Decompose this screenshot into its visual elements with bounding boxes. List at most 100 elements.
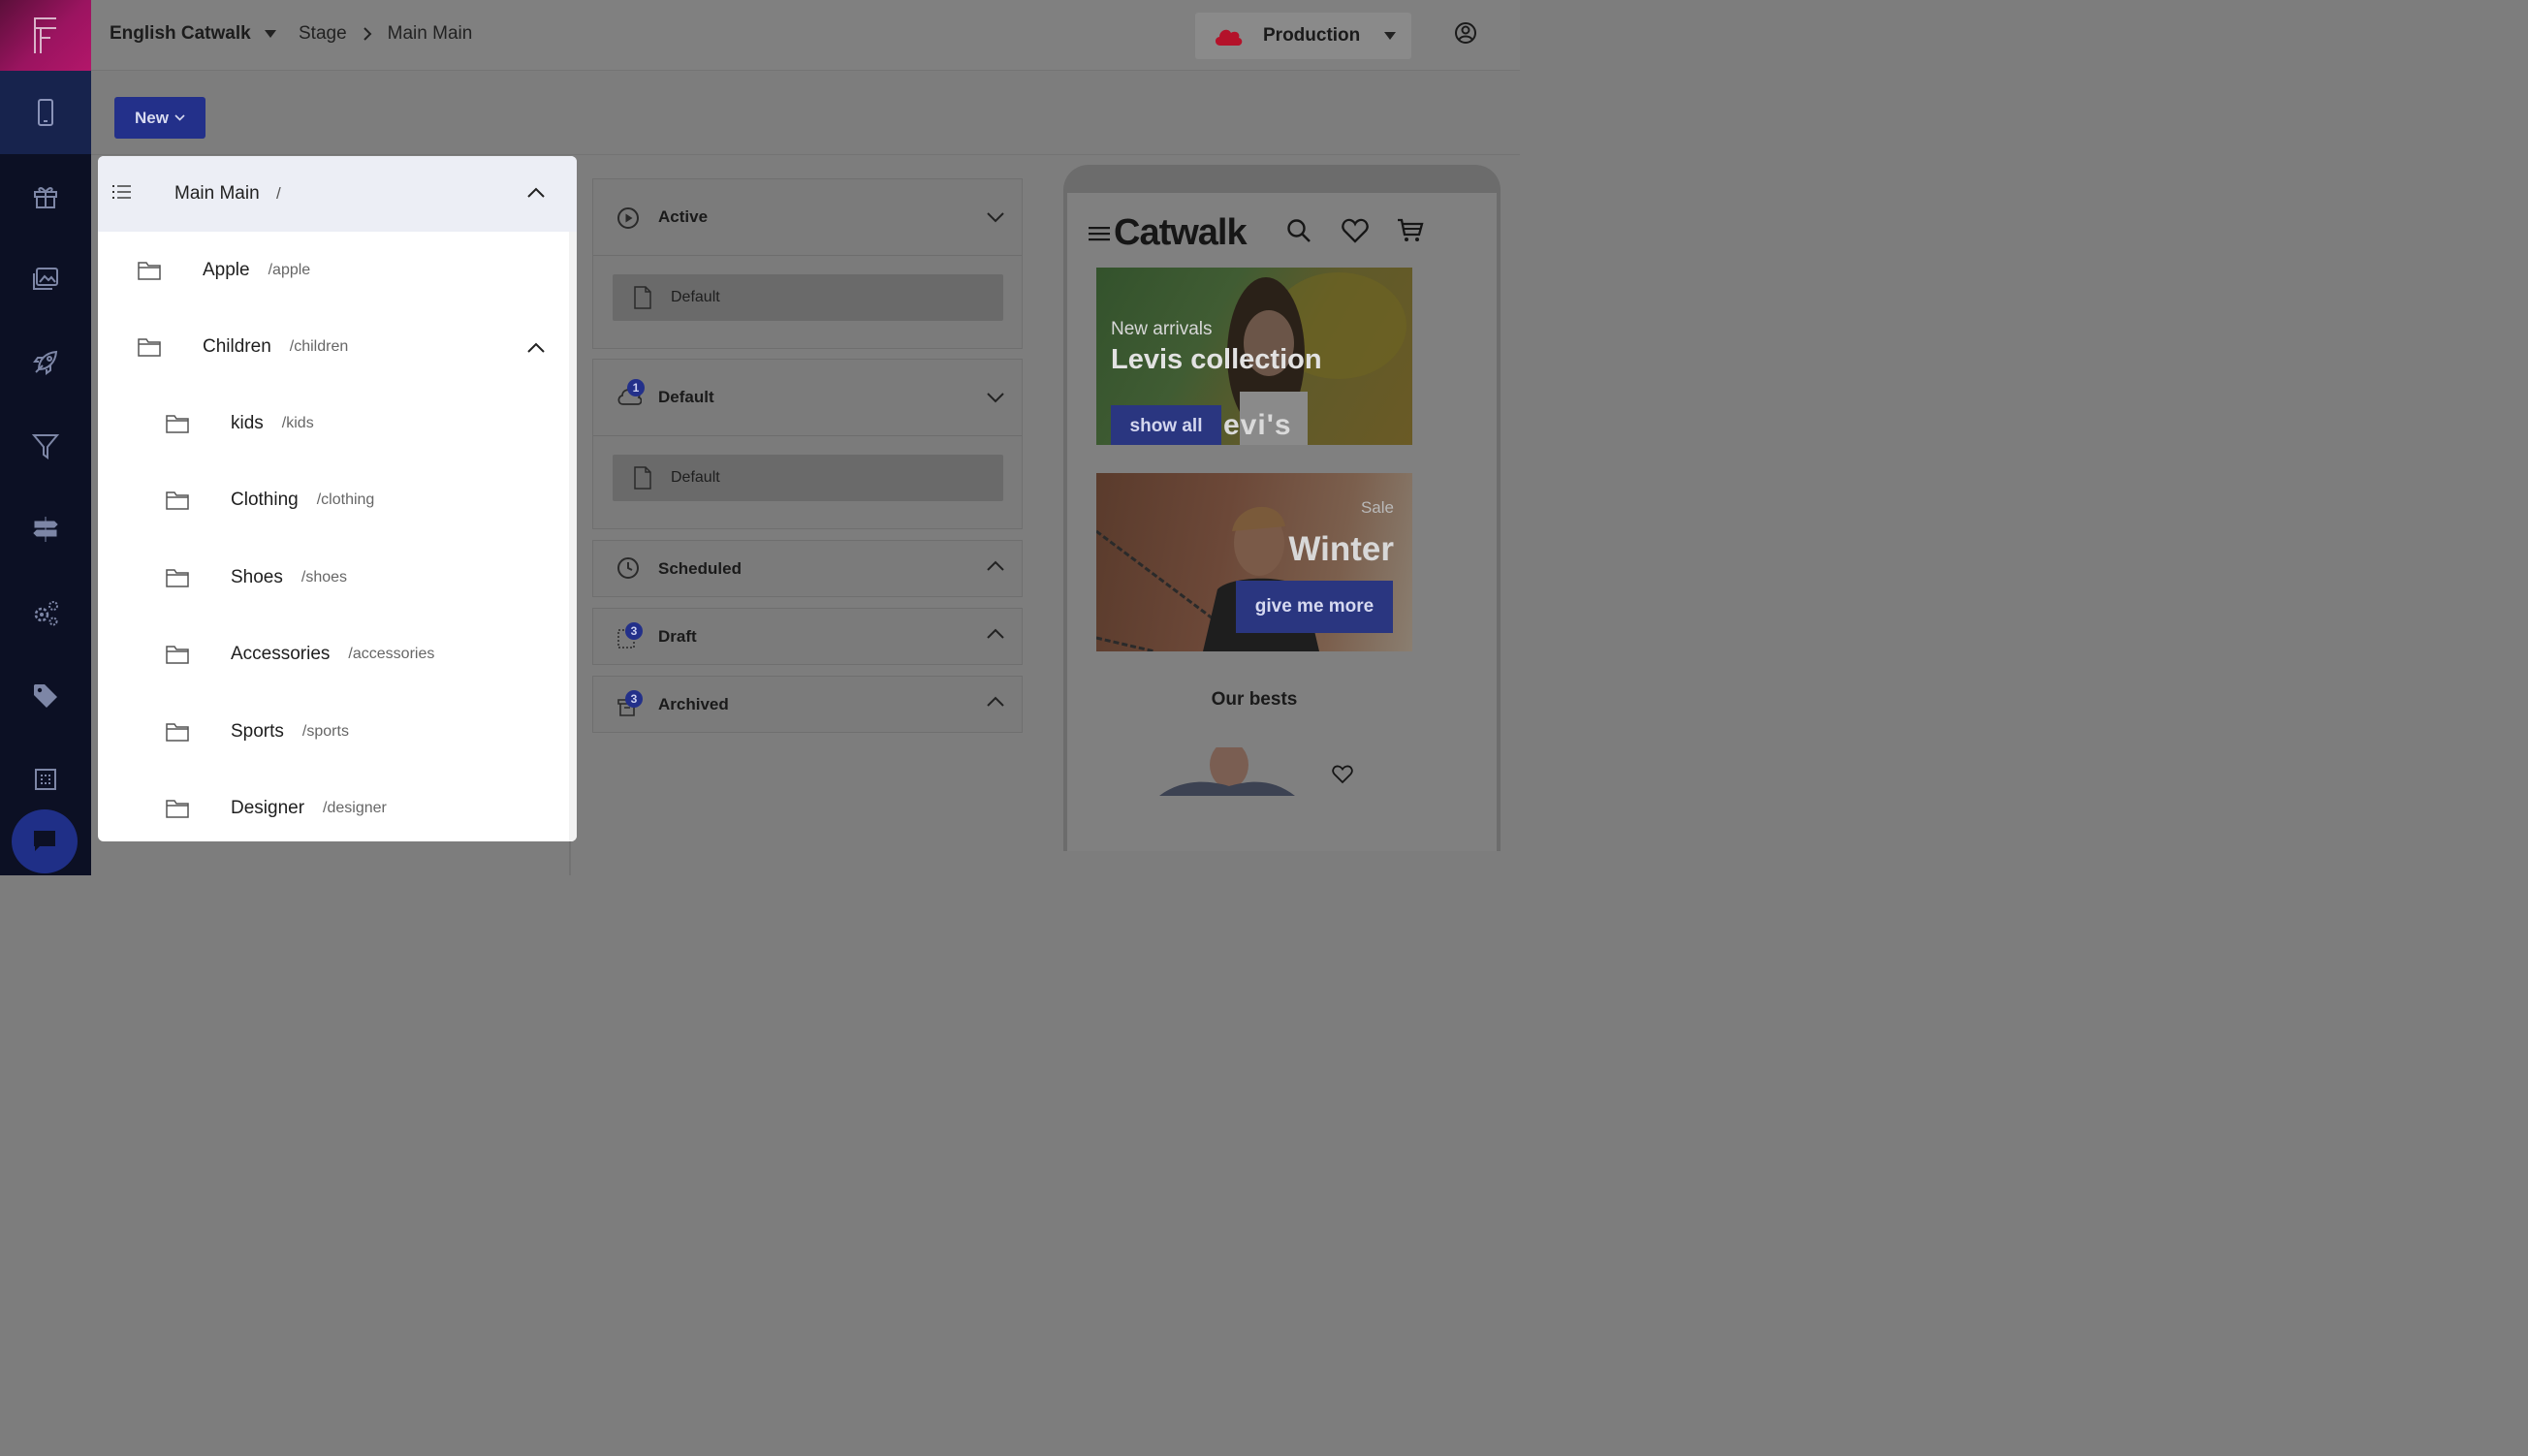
tree-item-path: /children [289, 338, 349, 355]
signpost-icon [33, 517, 58, 542]
tree-item-name: Children [203, 336, 271, 357]
tree-item-path: /designer [323, 800, 387, 816]
section-draft[interactable]: 3 Draft [592, 608, 1023, 665]
section-divider [593, 255, 1022, 256]
section-scheduled-header[interactable]: Scheduled [593, 541, 1022, 597]
section-archived-header[interactable]: 3 Archived [593, 677, 1022, 733]
chevron-down-icon [987, 212, 1004, 223]
chevron-up-icon [987, 628, 1004, 639]
variant-item-default-default[interactable]: Default [613, 455, 1003, 501]
folder-icon [166, 415, 189, 433]
section-default-label: Default [658, 388, 714, 406]
tree-item-sports[interactable]: Sports /sports [166, 712, 349, 751]
new-button[interactable]: New [114, 97, 205, 139]
variant-item-label: Default [671, 289, 720, 305]
banner1-watermark: evi's [1223, 409, 1292, 441]
promo-banner-winter-sale[interactable]: Sale Winter give me more [1096, 473, 1412, 651]
section-active: Active Default [592, 178, 1023, 349]
section-default-header[interactable]: 1 Default [593, 360, 1022, 435]
tree-item-path: /clothing [316, 491, 375, 508]
nav-launch[interactable] [0, 321, 91, 404]
banner1-title: Levis collection [1111, 344, 1322, 375]
filter-icon [31, 434, 60, 459]
chevron-down-icon [987, 393, 1004, 403]
tree-item-accessories[interactable]: Accessories /accessories [166, 635, 434, 674]
tree-root-path: / [276, 184, 281, 203]
section-scheduled[interactable]: Scheduled [592, 540, 1023, 597]
wishlist-heart-icon[interactable] [1332, 765, 1353, 784]
promo-banner-new-arrivals[interactable]: New arrivals Levis collection evi's show… [1096, 268, 1412, 445]
project-name: English Catwalk [110, 23, 251, 44]
tree-item-clothing[interactable]: Clothing /clothing [166, 481, 374, 520]
preview-brand-logo: Catwalk [1114, 212, 1248, 253]
section-draft-label: Draft [658, 627, 697, 646]
section-archived[interactable]: 3 Archived [592, 676, 1023, 733]
tree-item-shoes[interactable]: Shoes /shoes [166, 558, 347, 597]
clock-icon [617, 557, 639, 579]
section-default-badge: 1 [627, 379, 645, 396]
chat-bubble-icon [34, 831, 55, 851]
our-bests-heading: Our bests [1211, 689, 1298, 710]
caret-down-icon [1384, 32, 1396, 40]
nav-filters[interactable] [0, 404, 91, 488]
breadcrumb: Stage Main Main [299, 23, 472, 45]
app-logo[interactable] [0, 0, 91, 71]
breadcrumb-stage[interactable]: Stage [299, 23, 347, 45]
section-active-header[interactable]: Active [593, 179, 1022, 255]
folder-icon [166, 800, 189, 818]
nav-products[interactable] [0, 154, 91, 237]
tree-item-designer[interactable]: Designer /designer [166, 789, 387, 828]
tree-item-kids[interactable]: kids /kids [166, 404, 314, 443]
banner2-kicker: Sale [1360, 498, 1394, 517]
mobile-preview: Catwalk New arrivals Levis collection ev… [1063, 165, 1501, 851]
caret-down-icon [264, 30, 276, 38]
environment-selector[interactable]: Production [1195, 13, 1411, 59]
topbar: English Catwalk Stage Main Main Producti… [91, 0, 1520, 71]
tree-item-apple[interactable]: Apple /apple [138, 251, 310, 290]
hamburger-menu-icon [1089, 226, 1110, 240]
draft-badge: 3 [616, 622, 643, 654]
heart-icon [1342, 218, 1369, 243]
nav-devices[interactable] [0, 71, 91, 154]
tree-scrollbar[interactable] [569, 232, 577, 841]
give-me-more-button[interactable]: give me more [1236, 581, 1393, 633]
grid-box-icon [35, 769, 56, 790]
project-selector[interactable]: English Catwalk [110, 23, 276, 45]
tree-item-path: /accessories [348, 646, 435, 662]
folder-icon [166, 569, 189, 587]
tree-item-name: Accessories [231, 644, 331, 664]
chevron-up-icon[interactable] [527, 342, 545, 353]
shopping-cart-icon [1398, 218, 1424, 241]
tree-item-path: /sports [301, 723, 349, 740]
preview-header: Catwalk [1089, 212, 1248, 254]
user-circle-icon [1455, 22, 1476, 44]
section-draft-badge: 3 [625, 622, 643, 640]
nav-settings[interactable] [0, 571, 91, 654]
tree-item-name: Clothing [231, 490, 299, 510]
cloud-icon [1215, 29, 1243, 46]
tree-item-name: Apple [203, 260, 250, 280]
product-thumbnail[interactable] [1159, 747, 1295, 796]
section-draft-header[interactable]: 3 Draft [593, 609, 1022, 665]
banner1-kicker: New arrivals [1111, 319, 1213, 339]
nav-navigation[interactable] [0, 488, 91, 571]
tree-root[interactable]: Main Main / [98, 156, 577, 232]
tree-item-name: Sports [231, 721, 284, 742]
archive-badge: 3 [616, 690, 643, 722]
variant-item-active-default[interactable]: Default [613, 274, 1003, 321]
tree-item-path: /apple [268, 262, 311, 278]
nav-tags[interactable] [0, 654, 91, 738]
document-icon [634, 466, 651, 490]
nav-media[interactable] [0, 237, 91, 321]
folder-icon [166, 723, 189, 742]
chevron-up-icon[interactable] [527, 187, 545, 198]
panel-divider [569, 841, 571, 875]
chat-button[interactable] [12, 809, 78, 873]
variant-item-label: Default [671, 469, 720, 486]
user-menu[interactable] [1454, 21, 1477, 49]
tree-item-path: /shoes [300, 569, 348, 586]
tree-item-children[interactable]: Children /children [138, 328, 554, 366]
tree-item-name: Designer [231, 798, 305, 818]
section-default: 1 Default Default [592, 359, 1023, 529]
show-all-button[interactable]: show all [1111, 405, 1221, 445]
